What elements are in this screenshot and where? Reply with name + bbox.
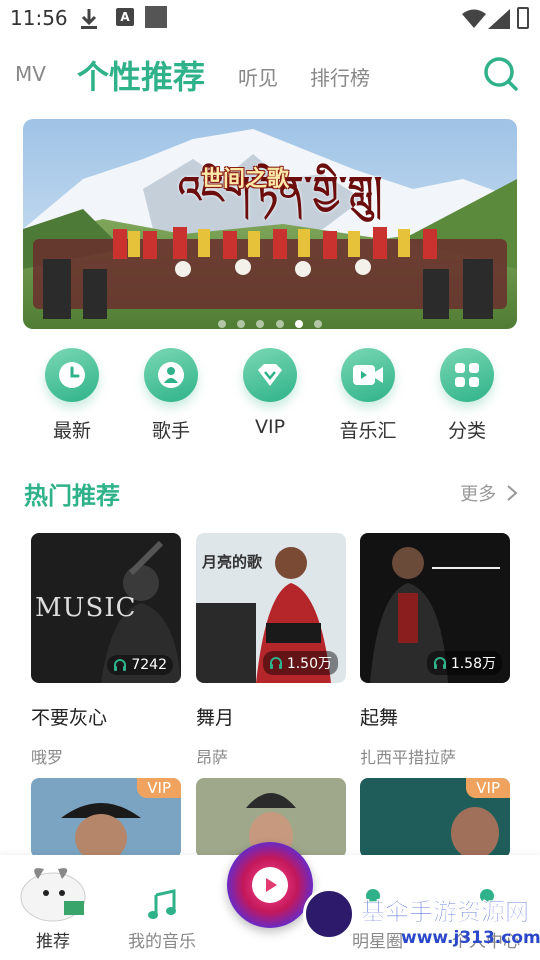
carousel-dot[interactable] (275, 320, 284, 328)
play-count: 1.50万 (262, 651, 338, 675)
song-cover[interactable]: 月亮的歌 1.50万 (196, 533, 346, 683)
tab-mv[interactable]: MV (15, 62, 46, 86)
play-count-value: 1.50万 (286, 656, 332, 672)
diamond-icon (258, 364, 282, 386)
bottom-nav: 推荐 我的音乐 明星圈 个人中心 基伞手游资源网 www.j313.com (0, 842, 540, 960)
nav-my-music[interactable]: 我的音乐 (128, 927, 196, 952)
singer-icon (158, 362, 184, 388)
carousel-dot[interactable] (218, 320, 227, 328)
more-link[interactable]: 更多 (460, 480, 518, 506)
song-card[interactable]: VIP (31, 778, 181, 858)
carousel-dot[interactable] (237, 320, 246, 328)
tab-listen[interactable]: 听见 (238, 62, 278, 91)
banner-title-chinese: 世间之歌 (201, 167, 290, 192)
wifi-icon (462, 9, 486, 28)
tab-recommend[interactable]: 个性推荐 (77, 52, 205, 98)
watermark-text: 基伞手游资源网 (361, 898, 530, 927)
top-nav: MV 个性推荐 听见 排行榜 (0, 50, 540, 100)
song-cover[interactable]: MUSIC 7242 (31, 533, 181, 683)
song-card[interactable]: 月亮的歌 1.50万 舞月 昂萨 (196, 533, 346, 768)
battery-icon (517, 7, 529, 29)
goat-mascot-icon[interactable] (18, 861, 88, 923)
play-count-value: 7242 (131, 657, 167, 673)
play-count: 1.58万 (426, 651, 502, 675)
vip-badge: VIP (137, 778, 181, 798)
song-artist[interactable]: 扎西平措拉萨 (360, 744, 510, 768)
chevron-right-icon (507, 485, 518, 501)
quick-category-label: 分类 (447, 420, 486, 442)
headphones-icon (433, 657, 446, 669)
play-icon (266, 878, 277, 892)
quick-vip-circle (243, 348, 297, 402)
search-icon[interactable] (483, 56, 519, 92)
download-icon (81, 9, 97, 29)
quick-singer-circle (144, 348, 198, 402)
status-bar: 11:56 A (0, 0, 540, 38)
quick-music-hub[interactable]: 音乐汇 (323, 348, 413, 443)
watermark: 基伞手游资源网 www.j313.com (303, 888, 540, 960)
now-playing-disc[interactable] (227, 842, 313, 928)
headphones-icon (269, 657, 282, 669)
font-a-icon: A (116, 8, 134, 26)
song-title[interactable]: 不要灰心 (31, 703, 181, 730)
watermark-logo-icon (303, 888, 355, 940)
quick-category[interactable]: 分类 (422, 348, 512, 443)
carousel-dot-active[interactable] (294, 320, 303, 328)
carousel-dot[interactable] (313, 320, 322, 328)
song-artist[interactable]: 哦罗 (31, 744, 181, 768)
song-card[interactable]: MUSIC 7242 不要灰心 哦罗 (31, 533, 181, 768)
signal-icon (488, 9, 510, 29)
song-cover[interactable]: 1.58万 (360, 533, 510, 683)
song-cover[interactable]: VIP (360, 778, 510, 858)
notification-square-icon (145, 6, 167, 28)
carousel-dots (23, 313, 517, 329)
banner-carousel[interactable]: འཇིག་རྟེན་གྱི་གླུ། 世间之歌 (23, 119, 517, 329)
more-label: 更多 (460, 484, 497, 505)
hot-section-title: 热门推荐 (24, 482, 120, 510)
play-count: 7242 (107, 655, 173, 675)
song-card[interactable]: VIP (360, 778, 510, 858)
vip-badge: VIP (466, 778, 510, 798)
song-title[interactable]: 舞月 (196, 703, 346, 730)
video-icon (353, 365, 383, 385)
tab-ranking[interactable]: 排行榜 (310, 62, 370, 91)
quick-category-circle (440, 348, 494, 402)
cover-text: MUSIC (35, 593, 137, 623)
carousel-dot[interactable] (256, 320, 265, 328)
song-cover[interactable]: VIP (31, 778, 181, 858)
quick-vip-label: VIP (254, 416, 286, 438)
headphones-icon (114, 659, 127, 671)
play-count-value: 1.58万 (450, 656, 496, 672)
clock-icon (59, 362, 85, 388)
song-card[interactable]: 1.58万 起舞 扎西平措拉萨 (360, 533, 510, 768)
watermark-url: www.j313.com (401, 928, 540, 948)
song-artist[interactable]: 昂萨 (196, 744, 346, 768)
status-time: 11:56 (10, 6, 68, 30)
quick-vip[interactable]: VIP (225, 348, 315, 438)
quick-music-hub-circle (341, 348, 395, 402)
play-button[interactable] (252, 867, 288, 903)
quick-latest[interactable]: 最新 (27, 348, 117, 443)
quick-music-hub-label: 音乐汇 (339, 420, 397, 442)
cover-text: 月亮的歌 (202, 553, 263, 571)
quick-singer[interactable]: 歌手 (126, 348, 216, 443)
music-note-icon (148, 889, 176, 919)
song-title[interactable]: 起舞 (360, 703, 510, 730)
grid-icon (455, 363, 479, 387)
quick-singer-label: 歌手 (151, 420, 190, 442)
quick-latest-circle (45, 348, 99, 402)
quick-latest-label: 最新 (52, 420, 91, 442)
quick-actions: 最新 歌手 VIP 音乐汇 分类 (0, 348, 540, 448)
nav-recommend[interactable]: 推荐 (36, 927, 70, 952)
